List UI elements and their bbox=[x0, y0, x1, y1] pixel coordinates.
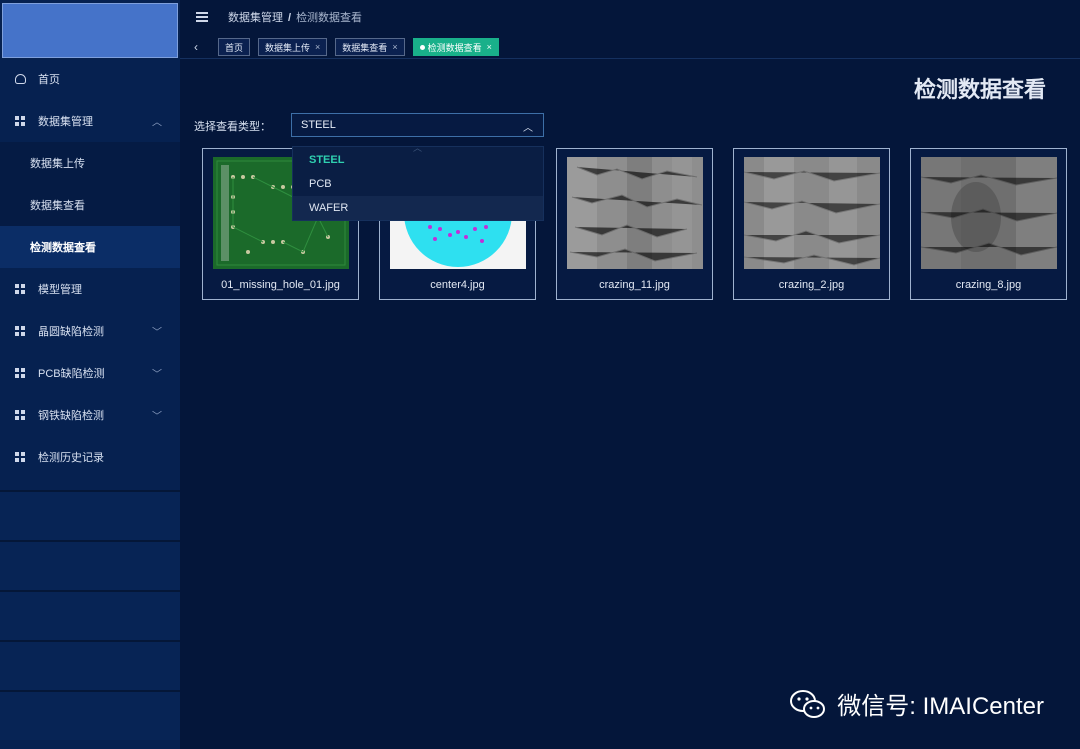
grid-icon bbox=[14, 115, 26, 127]
sidebar-item-pcb-defect-detection[interactable]: PCB缺陷检测 ﹀ bbox=[0, 352, 180, 394]
grid-icon bbox=[14, 283, 26, 295]
page-title: 检测数据查看 bbox=[913, 77, 1046, 102]
breadcrumb: 数据集管理 / 检测数据查看 bbox=[228, 9, 362, 25]
image-card[interactable]: crazing_2.jpg bbox=[733, 148, 890, 300]
image-thumbnail[interactable] bbox=[744, 157, 880, 269]
sidebar-item-home[interactable]: 首页 bbox=[0, 58, 180, 100]
sidebar-empty-area bbox=[0, 490, 180, 740]
tabs-bar: ‹ 首页 数据集上传 × 数据集查看 × 检测数据查看 × bbox=[180, 36, 1080, 58]
watermark: 微信号: IMAICenter bbox=[789, 686, 1044, 721]
sidebar-subitem-dataset-view[interactable]: 数据集查看 bbox=[0, 184, 180, 226]
sidebar: 首页 数据集管理 ︿ 数据集上传 数据集查看 检测数据查看 模型管理 晶圆缺陷检… bbox=[0, 0, 180, 749]
select-value: STEEL bbox=[301, 119, 336, 131]
image-card[interactable]: crazing_8.jpg bbox=[910, 148, 1067, 300]
watermark-text: 微信号: IMAICenter bbox=[837, 693, 1044, 720]
sidebar-item-label: 晶圆缺陷检测 bbox=[38, 326, 104, 338]
sidebar-item-label: 模型管理 bbox=[38, 284, 82, 296]
tab-label: 检测数据查看 bbox=[427, 42, 482, 53]
chevron-left-icon[interactable]: ‹ bbox=[194, 40, 210, 54]
close-icon[interactable]: × bbox=[315, 42, 320, 52]
select-option-pcb[interactable]: PCB bbox=[293, 172, 543, 196]
tab-home[interactable]: 首页 bbox=[218, 38, 251, 56]
sidebar-subitem-label: 数据集上传 bbox=[30, 158, 85, 170]
sidebar-subitem-dataset-upload[interactable]: 数据集上传 bbox=[0, 142, 180, 184]
image-card[interactable]: crazing_11.jpg bbox=[556, 148, 713, 300]
tab-detection-data-view[interactable]: 检测数据查看 × bbox=[412, 38, 499, 56]
sidebar-item-label: 检测历史记录 bbox=[38, 452, 104, 464]
sidebar-item-wafer-defect-detection[interactable]: 晶圆缺陷检测 ﹀ bbox=[0, 310, 180, 352]
breadcrumb-separator: / bbox=[288, 12, 292, 24]
wechat-icon bbox=[790, 689, 826, 718]
sidebar-item-label: PCB缺陷检测 bbox=[38, 368, 105, 380]
tab-label: 数据集上传 bbox=[265, 42, 311, 53]
sidebar-item-dataset-management[interactable]: 数据集管理 ︿ bbox=[0, 100, 180, 142]
grid-icon bbox=[14, 451, 26, 463]
tab-dataset-view[interactable]: 数据集查看 × bbox=[335, 38, 405, 56]
image-caption: crazing_2.jpg bbox=[778, 279, 845, 291]
active-dot-icon bbox=[419, 44, 425, 50]
sidebar-menu: 首页 数据集管理 ︿ 数据集上传 数据集查看 检测数据查看 模型管理 晶圆缺陷检… bbox=[0, 58, 180, 478]
type-select-dropdown: ︿ STEEL PCB WAFER bbox=[292, 143, 544, 221]
grid-icon bbox=[14, 367, 26, 379]
home-icon bbox=[14, 73, 26, 85]
sidebar-item-label: 数据集管理 bbox=[38, 116, 93, 128]
dropdown-arrow-icon: ︿ bbox=[413, 143, 423, 153]
chevron-up-icon: ︿ bbox=[152, 117, 162, 129]
tab-dataset-upload[interactable]: 数据集上传 × bbox=[258, 38, 328, 56]
close-icon[interactable]: × bbox=[487, 42, 492, 52]
grid-icon bbox=[14, 409, 26, 421]
close-icon[interactable]: × bbox=[392, 42, 397, 52]
tab-label: 数据集查看 bbox=[342, 42, 388, 53]
logo bbox=[2, 3, 178, 58]
image-caption: crazing_8.jpg bbox=[955, 279, 1022, 291]
sidebar-subitem-label: 检测数据查看 bbox=[30, 242, 96, 254]
sidebar-item-detection-history[interactable]: 检测历史记录 bbox=[0, 436, 180, 478]
sidebar-subitem-detection-data-view[interactable]: 检测数据查看 bbox=[0, 226, 180, 268]
divider bbox=[180, 58, 1080, 59]
image-caption: crazing_11.jpg bbox=[599, 279, 670, 291]
select-type-label: 选择查看类型： bbox=[194, 121, 271, 133]
sidebar-item-label: 首页 bbox=[38, 74, 60, 86]
chevron-down-icon: ﹀ bbox=[152, 369, 162, 381]
sidebar-item-label: 钢铁缺陷检测 bbox=[38, 410, 104, 422]
chevron-down-icon: ﹀ bbox=[152, 411, 162, 423]
type-select[interactable]: STEEL ︿ bbox=[291, 113, 544, 137]
sidebar-item-steel-defect-detection[interactable]: 钢铁缺陷检测 ﹀ bbox=[0, 394, 180, 436]
breadcrumb-parent[interactable]: 数据集管理 bbox=[228, 12, 283, 24]
menu-toggle-icon[interactable] bbox=[196, 12, 208, 22]
breadcrumb-current: 检测数据查看 bbox=[296, 12, 363, 24]
image-thumbnail[interactable] bbox=[921, 157, 1057, 269]
tab-label: 首页 bbox=[225, 42, 244, 53]
chevron-down-icon: ﹀ bbox=[152, 327, 162, 339]
chevron-up-icon: ︿ bbox=[523, 123, 533, 134]
image-caption: center4.jpg bbox=[430, 279, 485, 291]
top-bar: 数据集管理 / 检测数据查看 bbox=[180, 0, 1080, 34]
grid-icon bbox=[14, 325, 26, 337]
image-thumbnail[interactable] bbox=[567, 157, 703, 269]
sidebar-subitem-label: 数据集查看 bbox=[30, 200, 85, 212]
select-option-wafer[interactable]: WAFER bbox=[293, 196, 543, 220]
sidebar-item-model-management[interactable]: 模型管理 bbox=[0, 268, 180, 310]
image-caption: 01_missing_hole_01.jpg bbox=[221, 279, 340, 291]
